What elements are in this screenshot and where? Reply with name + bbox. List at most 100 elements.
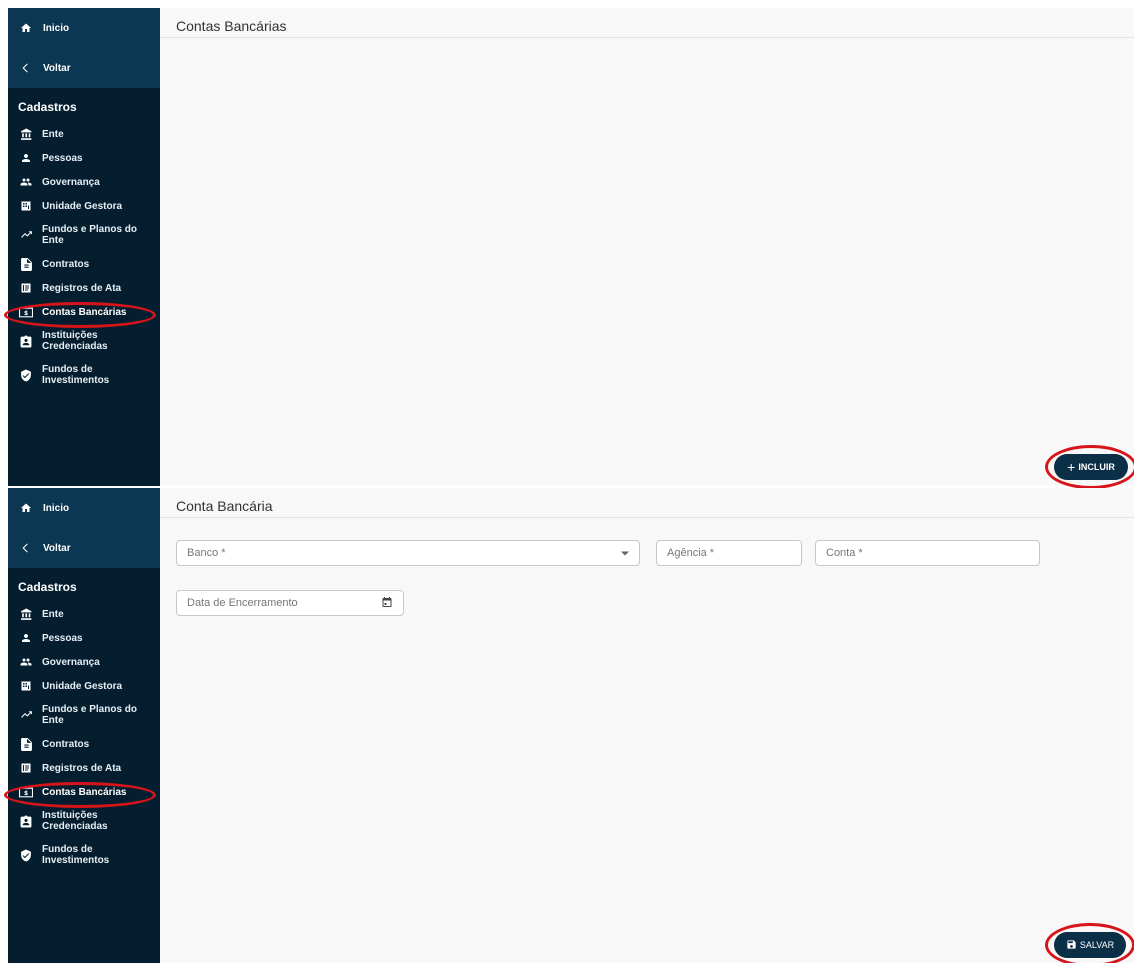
sidebar: Inicio Voltar Cadastros Ente Pessoas Gov…	[4, 8, 160, 486]
sidebar-item-label: Fundos e Planos do Ente	[42, 224, 138, 246]
home-link[interactable]: Inicio	[8, 8, 160, 48]
data-encerramento-placeholder: Data de Encerramento	[187, 597, 298, 609]
chevron-left-icon	[18, 541, 34, 555]
sidebar-section-title: Cadastros	[18, 580, 77, 594]
sidebar-item-label: Unidade Gestora	[42, 680, 123, 692]
save-button-label: SALVAR	[1079, 940, 1115, 950]
sidebar-item-unidade-gestora[interactable]: Unidade Gestora	[8, 194, 160, 218]
group-icon	[18, 656, 34, 668]
sidebar-header: Inicio Voltar	[8, 488, 160, 568]
sidebar-section-title: Cadastros	[18, 100, 77, 114]
building-icon	[18, 680, 34, 692]
sidebar-item-fundos-planos[interactable]: Fundos e Planos do Ente	[8, 698, 160, 732]
sidebar-item-unidade-gestora[interactable]: Unidade Gestora	[8, 674, 160, 698]
sidebar-item-label: Registros de Ata	[42, 762, 122, 774]
sidebar-item-label: Unidade Gestora	[42, 200, 123, 212]
trending-up-icon	[18, 710, 34, 720]
banco-select[interactable]: Banco *	[176, 540, 640, 566]
building-icon	[18, 200, 34, 212]
home-icon	[18, 502, 34, 514]
banco-placeholder: Banco *	[187, 547, 226, 559]
home-link[interactable]: Inicio	[8, 488, 160, 528]
home-icon	[18, 22, 34, 34]
main-content: Contas Bancárias + INCLUIR	[160, 8, 1134, 489]
sidebar-item-label: Pessoas	[42, 152, 83, 164]
sidebar-item-label: Pessoas	[42, 632, 83, 644]
page-title: Contas Bancárias	[160, 8, 1134, 38]
badge-icon	[18, 815, 34, 828]
group-icon	[18, 176, 34, 188]
sidebar-item-label: Governança	[42, 656, 100, 668]
back-label: Voltar	[43, 62, 71, 74]
main-content: Conta Bancária Banco * Agência * Conta *…	[160, 488, 1134, 963]
sidebar-item-instituicoes[interactable]: Instituições Credenciadas	[8, 804, 160, 838]
person-icon	[18, 152, 34, 164]
money-icon: $	[18, 787, 34, 798]
sidebar-item-fundos-investimentos[interactable]: Fundos de Investimentos	[8, 358, 160, 392]
badge-icon	[18, 335, 34, 348]
data-encerramento-input[interactable]: Data de Encerramento	[176, 590, 404, 616]
sidebar-item-governanca[interactable]: Governança	[8, 650, 160, 674]
conta-input[interactable]: Conta *	[815, 540, 1040, 566]
sidebar-item-label: Registros de Ata	[42, 282, 122, 294]
plus-icon: +	[1067, 459, 1076, 475]
sidebar-item-label: Ente	[42, 608, 64, 620]
sidebar-item-contratos[interactable]: Contratos	[8, 732, 160, 756]
save-icon	[1066, 939, 1077, 952]
bank-icon	[18, 608, 34, 621]
calendar-icon[interactable]	[381, 596, 393, 611]
sidebar-item-pessoas[interactable]: Pessoas	[8, 626, 160, 650]
sidebar-item-label: Contratos	[42, 738, 90, 750]
back-link[interactable]: Voltar	[8, 528, 160, 568]
dropdown-arrow-icon	[621, 547, 629, 559]
add-button-label: INCLUIR	[1078, 462, 1115, 472]
sidebar-item-label: Instituições Credenciadas	[42, 330, 108, 352]
article-icon	[18, 762, 34, 774]
person-icon	[18, 632, 34, 644]
sidebar-item-label: Fundos de Investimentos	[42, 364, 110, 386]
back-link[interactable]: Voltar	[8, 48, 160, 88]
agencia-input[interactable]: Agência *	[656, 540, 802, 566]
chevron-left-icon	[18, 61, 34, 75]
sidebar-item-label: Contas Bancárias	[42, 306, 127, 318]
document-icon	[18, 257, 34, 271]
sidebar-item-ente[interactable]: Ente	[8, 602, 160, 626]
conta-placeholder: Conta *	[826, 547, 863, 559]
agencia-placeholder: Agência *	[667, 547, 715, 559]
svg-text:$: $	[24, 791, 28, 797]
shield-check-icon	[18, 849, 34, 862]
sidebar-item-fundos-planos[interactable]: Fundos e Planos do Ente	[8, 218, 160, 252]
document-icon	[18, 737, 34, 751]
bank-icon	[18, 128, 34, 141]
sidebar-item-contas-bancarias[interactable]: $ Contas Bancárias	[4, 780, 160, 808]
money-icon: $	[18, 307, 34, 318]
article-icon	[18, 282, 34, 294]
sidebar-item-label: Ente	[42, 128, 64, 140]
sidebar-item-registros-ata[interactable]: Registros de Ata	[8, 756, 160, 780]
sidebar-item-label: Governança	[42, 176, 100, 188]
sidebar-item-label: Contratos	[42, 258, 90, 270]
sidebar-item-ente[interactable]: Ente	[8, 122, 160, 146]
add-button[interactable]: + INCLUIR	[1045, 445, 1134, 489]
sidebar-item-label: Contas Bancárias	[42, 786, 127, 798]
sidebar-item-label: Instituições Credenciadas	[42, 810, 108, 832]
sidebar-item-contratos[interactable]: Contratos	[8, 252, 160, 276]
sidebar: Inicio Voltar Cadastros Ente Pessoas Gov…	[4, 488, 160, 963]
sidebar-item-contas-bancarias[interactable]: $ Contas Bancárias	[4, 300, 160, 328]
save-button[interactable]: SALVAR	[1045, 923, 1134, 963]
sidebar-item-registros-ata[interactable]: Registros de Ata	[8, 276, 160, 300]
sidebar-header: Inicio Voltar	[8, 8, 160, 88]
home-label: Inicio	[43, 502, 70, 514]
svg-text:$: $	[24, 311, 28, 317]
sidebar-item-label: Fundos e Planos do Ente	[42, 704, 138, 726]
sidebar-item-instituicoes[interactable]: Instituições Credenciadas	[8, 324, 160, 358]
page-title: Conta Bancária	[160, 488, 1134, 518]
sidebar-item-label: Fundos de Investimentos	[42, 844, 110, 866]
sidebar-item-governanca[interactable]: Governança	[8, 170, 160, 194]
trending-up-icon	[18, 230, 34, 240]
list-screen: Inicio Voltar Cadastros Ente Pessoas Gov…	[4, 8, 1134, 489]
home-label: Inicio	[43, 22, 70, 34]
sidebar-item-fundos-investimentos[interactable]: Fundos de Investimentos	[8, 838, 160, 872]
form-screen: Inicio Voltar Cadastros Ente Pessoas Gov…	[4, 488, 1134, 963]
sidebar-item-pessoas[interactable]: Pessoas	[8, 146, 160, 170]
